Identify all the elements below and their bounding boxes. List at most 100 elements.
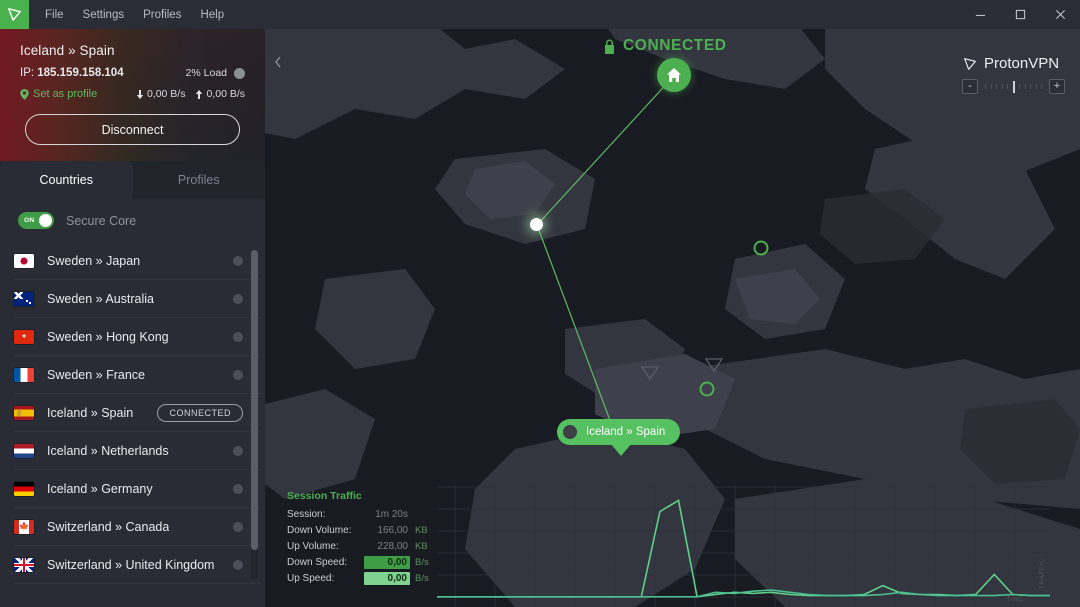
secure-core-toggle-state: ON bbox=[24, 217, 34, 224]
connection-status-text: CONNECTED bbox=[623, 37, 727, 55]
server-list-item-status bbox=[233, 522, 243, 532]
download-speed-value: 0,00 B/s bbox=[147, 88, 186, 100]
server-list-item[interactable]: Sweden » Australia bbox=[14, 280, 261, 318]
connect-dot[interactable] bbox=[233, 332, 243, 342]
server-list-item-label: Sweden » Hong Kong bbox=[47, 330, 169, 344]
status-badge: CONNECTED bbox=[157, 404, 243, 422]
server-list-item-status bbox=[233, 446, 243, 456]
arrow-up-icon bbox=[195, 90, 203, 99]
session-stat-value: 0,00 bbox=[364, 556, 410, 569]
tooltip-tail bbox=[610, 443, 632, 456]
zoom-tick bbox=[1019, 84, 1020, 89]
server-list-item-status bbox=[233, 294, 243, 304]
session-stat-row: Down Volume:166,00KB bbox=[287, 522, 432, 538]
menu-item-help[interactable]: Help bbox=[192, 5, 232, 25]
zoom-out-button[interactable]: - bbox=[962, 79, 978, 94]
connect-dot[interactable] bbox=[233, 560, 243, 570]
connection-status: CONNECTED bbox=[603, 37, 727, 55]
secure-core-toggle[interactable]: ON bbox=[18, 212, 54, 229]
home-icon bbox=[666, 67, 682, 83]
protonvpn-window: File Settings Profiles Help Iceland » Sp… bbox=[0, 0, 1080, 607]
server-list-item-label: Iceland » Spain bbox=[47, 406, 133, 420]
menu-item-file[interactable]: File bbox=[37, 5, 72, 25]
graph-xlabel: TIME bbox=[1006, 596, 1024, 603]
session-stat-row: Down Speed:0,00B/s bbox=[287, 554, 432, 570]
home-node-marker[interactable] bbox=[657, 58, 691, 92]
disconnect-button[interactable]: Disconnect bbox=[25, 114, 240, 145]
window-controls bbox=[960, 0, 1080, 29]
set-as-profile-button[interactable]: Set as profile bbox=[20, 88, 97, 100]
speed-readouts: 0,00 B/s 0,00 B/s bbox=[136, 88, 245, 100]
session-stat-key: Session: bbox=[287, 509, 364, 520]
ip-label: IP: bbox=[20, 67, 34, 79]
zoom-tick bbox=[1041, 84, 1042, 89]
server-list-scrollbar[interactable] bbox=[251, 250, 258, 580]
zoom-slider-track[interactable] bbox=[981, 81, 1046, 93]
lock-icon bbox=[603, 39, 616, 54]
session-stat-row: Up Speed:0,00B/s bbox=[287, 570, 432, 586]
secure-core-label: Secure Core bbox=[66, 214, 136, 228]
brand-name: ProtonVPN bbox=[984, 55, 1059, 72]
connect-dot[interactable] bbox=[233, 522, 243, 532]
connect-dot[interactable] bbox=[233, 294, 243, 304]
maximize-icon[interactable] bbox=[1000, 0, 1040, 29]
scrollbar-thumb[interactable] bbox=[251, 250, 258, 550]
sidebar-tabs: Countries Profiles bbox=[0, 161, 265, 199]
set-as-profile-label: Set as profile bbox=[33, 88, 97, 100]
session-stat-key: Up Volume: bbox=[287, 541, 364, 552]
server-list-item[interactable]: Iceland » Netherlands bbox=[14, 432, 261, 470]
server-list-item-label: Switzerland » Canada bbox=[47, 520, 169, 534]
zoom-tick bbox=[985, 84, 986, 89]
session-stat-value: 166,00 bbox=[364, 525, 410, 536]
zoom-tick bbox=[1036, 84, 1037, 89]
server-list-item-status bbox=[233, 560, 243, 570]
upload-speed: 0,00 B/s bbox=[195, 88, 245, 100]
session-stat-unit: KB bbox=[415, 525, 428, 536]
server-list-item[interactable]: Iceland » Germany bbox=[14, 470, 261, 508]
connect-dot[interactable] bbox=[233, 256, 243, 266]
iceland-node-marker[interactable] bbox=[530, 218, 543, 231]
server-list-item[interactable]: 🍁Switzerland » Canada bbox=[14, 508, 261, 546]
menu-item-settings[interactable]: Settings bbox=[75, 5, 133, 25]
zoom-tick bbox=[1002, 84, 1003, 89]
server-tooltip[interactable]: Iceland » Spain bbox=[557, 419, 680, 445]
session-stat-value: 1m 20s bbox=[364, 509, 410, 520]
close-icon[interactable] bbox=[1040, 0, 1080, 29]
zoom-slider-handle[interactable] bbox=[1013, 81, 1015, 93]
server-list-item-label: Switzerland » United Kingdom bbox=[47, 558, 214, 572]
minimize-icon[interactable] bbox=[960, 0, 1000, 29]
server-list-item-label: Iceland » Germany bbox=[47, 482, 153, 496]
server-list-item[interactable]: ✦Sweden » Hong Kong bbox=[14, 318, 261, 356]
zoom-tick bbox=[1007, 84, 1008, 89]
zoom-control: - + bbox=[962, 79, 1065, 94]
flag-icon-jp bbox=[14, 254, 34, 268]
tab-countries[interactable]: Countries bbox=[0, 161, 133, 199]
zoom-tick bbox=[1025, 84, 1026, 89]
world-map[interactable]: CONNECTED Iceland » Spain ProtonVPN - + bbox=[265, 29, 1080, 607]
server-list-item-label: Sweden » France bbox=[47, 368, 145, 382]
session-stat-unit: KB bbox=[415, 541, 428, 552]
ip-address: IP: 185.159.158.104 bbox=[20, 67, 124, 79]
brand-watermark: ProtonVPN - + bbox=[962, 55, 1065, 94]
server-list-item[interactable]: Iceland » Spain CONNECTED bbox=[14, 394, 261, 432]
server-list-item-status bbox=[233, 484, 243, 494]
session-stat-unit: B/s bbox=[415, 573, 429, 584]
menu-item-profiles[interactable]: Profiles bbox=[135, 5, 189, 25]
connect-dot[interactable] bbox=[233, 370, 243, 380]
server-list-item[interactable]: Sweden » France bbox=[14, 356, 261, 394]
download-speed: 0,00 B/s bbox=[136, 88, 186, 100]
connect-dot[interactable] bbox=[233, 484, 243, 494]
session-stat-unit: B/s bbox=[415, 557, 429, 568]
flag-icon-de bbox=[14, 482, 34, 496]
server-list-item[interactable]: Sweden » Japan bbox=[14, 242, 261, 280]
load-indicator-dot bbox=[234, 68, 245, 79]
sidebar: Iceland » Spain IP: 185.159.158.104 2% L… bbox=[0, 29, 265, 607]
sidebar-collapse-button[interactable] bbox=[267, 47, 289, 77]
server-list-item[interactable]: Switzerland » United Kingdom bbox=[14, 546, 261, 584]
upload-speed-value: 0,00 B/s bbox=[206, 88, 245, 100]
tab-profiles[interactable]: Profiles bbox=[133, 161, 266, 199]
zoom-in-button[interactable]: + bbox=[1049, 79, 1065, 94]
session-stat-value: 0,00 bbox=[364, 572, 410, 585]
zoom-tick bbox=[996, 84, 997, 89]
connect-dot[interactable] bbox=[233, 446, 243, 456]
